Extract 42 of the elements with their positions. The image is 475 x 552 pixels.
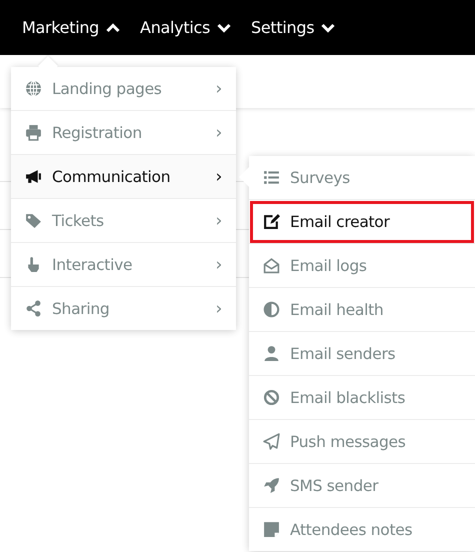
chevron-right-icon: ›: [216, 210, 222, 230]
printer-icon: [25, 124, 42, 141]
half-circle-icon: [263, 301, 280, 318]
envelope-icon: [263, 257, 280, 274]
megaphone-icon: [25, 168, 42, 185]
chevron-right-icon: ›: [216, 298, 222, 318]
globe-icon: [25, 80, 42, 97]
edit-icon: [263, 213, 280, 230]
user-icon: [263, 345, 280, 362]
submenu-item[interactable]: SMS sender: [249, 464, 475, 508]
chevron-up-icon: [106, 22, 120, 32]
submenu-item[interactable]: Push messages: [249, 420, 475, 464]
chevron-right-icon: ›: [216, 78, 222, 98]
rocket-icon: [263, 477, 280, 494]
chevron-down-icon: [217, 22, 232, 32]
chevron-down-icon: [321, 22, 336, 32]
menu-item[interactable]: Landing pages ›: [11, 67, 236, 111]
hand-icon: [25, 256, 42, 273]
menu-item[interactable]: Interactive ›: [11, 243, 236, 287]
list-icon: [263, 169, 280, 186]
share-icon: [25, 300, 42, 317]
menu-item[interactable]: Tickets ›: [11, 199, 236, 243]
nav-menu-item[interactable]: Marketing: [22, 18, 120, 37]
tag-icon: [25, 212, 42, 229]
chevron-right-icon: ›: [216, 254, 222, 274]
submenu-item[interactable]: Email blacklists: [249, 376, 475, 420]
paper-plane-icon: [263, 433, 280, 450]
submenu-item[interactable]: Surveys: [249, 156, 475, 200]
ban-icon: [263, 389, 280, 406]
submenu-item[interactable]: Email creator: [249, 200, 475, 244]
chevron-right-icon: ›: [216, 122, 222, 142]
menu-item[interactable]: Sharing ›: [11, 287, 236, 330]
note-icon: [263, 521, 280, 538]
submenu-item[interactable]: Email logs: [249, 244, 475, 288]
menu-item[interactable]: Registration ›: [11, 111, 236, 155]
menu-item[interactable]: Communication ›: [11, 155, 236, 199]
submenu-item[interactable]: Email senders: [249, 332, 475, 376]
chevron-right-icon: ›: [216, 166, 222, 186]
submenu-item[interactable]: Attendees notes: [249, 508, 475, 551]
nav-menu-item[interactable]: Settings: [251, 18, 336, 37]
nav-menu-item[interactable]: Analytics: [140, 18, 232, 37]
submenu-item[interactable]: Email health: [249, 288, 475, 332]
